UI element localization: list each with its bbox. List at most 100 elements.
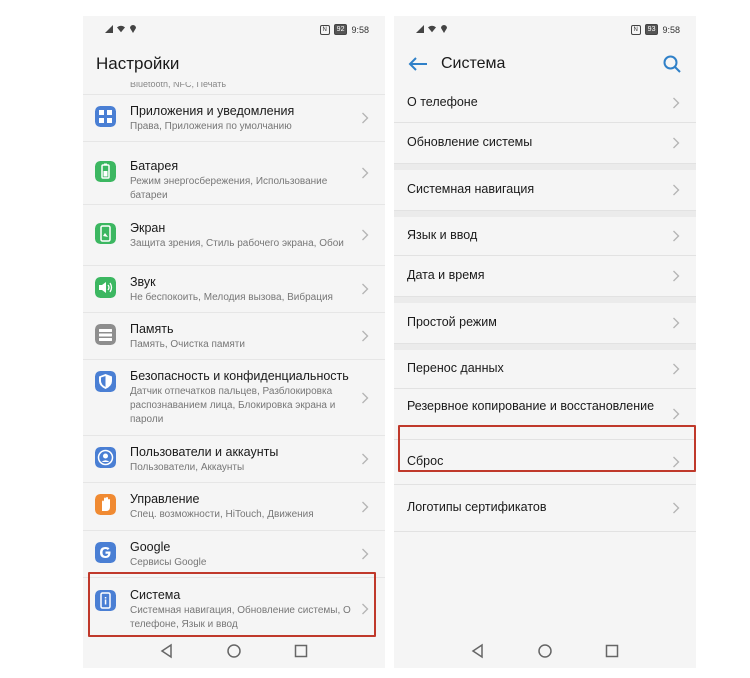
settings-item-text: Экран Защита зрения, Стиль рабочего экран… (130, 220, 359, 251)
system-item-5[interactable]: Простой режим (394, 303, 696, 344)
settings-item-label: Безопасность и конфиденциальность (130, 369, 349, 383)
settings-item-2[interactable]: Экран Защита зрения, Стиль рабочего экран… (83, 205, 385, 266)
settings-item-text: Приложения и уведомления Права, Приложени… (130, 103, 359, 134)
settings-item-label: Звук (130, 275, 156, 289)
settings-item-text: Пользователи и аккаунты Пользователи, Акк… (130, 444, 359, 475)
settings-item-subtitle: Сервисы Google (130, 557, 207, 568)
system-item-0[interactable]: О телефоне (394, 84, 696, 123)
settings-item-label: Пользователи и аккаунты (130, 445, 279, 459)
settings-item-6[interactable]: Пользователи и аккаунты Пользователи, Акк… (83, 436, 385, 483)
display-icon (95, 223, 116, 244)
system-item-label: Сброс (407, 454, 444, 468)
back-nav-icon[interactable] (470, 643, 486, 659)
settings-item-text: Система Системная навигация, Обновление с… (130, 587, 359, 632)
status-bar: N 92 9:58 (83, 16, 385, 44)
system-item-9[interactable]: Логотипы сертификатов (394, 485, 696, 532)
system-item-label: Простой режим (407, 315, 497, 329)
nfc-icon: N (319, 24, 330, 35)
settings-item-label: Батарея (130, 159, 179, 173)
wifi-icon (428, 25, 436, 33)
recents-nav-icon[interactable] (604, 643, 620, 659)
clock: 9:58 (351, 24, 369, 35)
system-item-8[interactable]: Сброс (394, 440, 696, 485)
chevron-right-icon (362, 330, 369, 342)
chevron-right-icon (673, 137, 680, 149)
system-item-label: Язык и ввод (407, 228, 478, 242)
system-item-label: Дата и время (407, 268, 485, 282)
back-arrow-icon[interactable] (408, 56, 428, 72)
settings-item-subtitle: Не беспокоить, Мелодия вызова, Вибрация (130, 292, 333, 303)
chevron-right-icon (362, 501, 369, 513)
system-item-2[interactable]: Системная навигация (394, 170, 696, 211)
shield-icon (95, 371, 116, 392)
settings-item-3[interactable]: Звук Не беспокоить, Мелодия вызова, Вибра… (83, 266, 385, 313)
back-nav-icon[interactable] (159, 643, 175, 659)
settings-item-9[interactable]: Система Системная навигация, Обновление с… (83, 578, 385, 641)
title-bar: Система (394, 44, 696, 84)
nav-bar (83, 634, 385, 668)
settings-item-subtitle: Пользователи, Аккаунты (130, 462, 245, 473)
title-bar: Настройки (83, 44, 385, 84)
settings-item-7[interactable]: Управление Спец. возможности, HiTouch, Дв… (83, 483, 385, 531)
settings-item-subtitle: Память, Очистка памяти (130, 339, 245, 350)
search-icon[interactable] (662, 54, 682, 74)
chevron-right-icon (673, 502, 680, 514)
settings-item-subtitle: Спец. возможности, HiTouch, Движения (130, 509, 314, 520)
chevron-right-icon (673, 184, 680, 196)
chevron-right-icon (362, 392, 369, 404)
storage-icon (95, 324, 116, 345)
chevron-right-icon (362, 229, 369, 241)
location-icon (130, 25, 136, 33)
chevron-right-icon (673, 456, 680, 468)
clock: 9:58 (662, 24, 680, 35)
chevron-right-icon (362, 548, 369, 560)
system-phone-screen: N 93 9:58 Система О телефоне Обновление с… (394, 16, 696, 668)
system-item-1[interactable]: Обновление системы (394, 123, 696, 164)
settings-item-0[interactable]: Приложения и уведомления Права, Приложени… (83, 95, 385, 142)
system-item-6[interactable]: Перенос данных (394, 350, 696, 389)
signal-icon (416, 25, 424, 33)
system-item-4[interactable]: Дата и время (394, 256, 696, 297)
battery-level: 92 (333, 24, 348, 35)
chevron-right-icon (362, 453, 369, 465)
sound-icon (95, 277, 116, 298)
settings-item-text: Управление Спец. возможности, HiTouch, Дв… (130, 491, 359, 522)
settings-item-label: Система (130, 588, 181, 602)
battery-level: 93 (644, 24, 659, 35)
chevron-right-icon (362, 283, 369, 295)
settings-item-label: Приложения и уведомления (130, 104, 295, 118)
home-nav-icon[interactable] (226, 643, 242, 659)
settings-item-text: Память Память, Очистка памяти (130, 321, 359, 352)
settings-item-subtitle: Защита зрения, Стиль рабочего экрана, Об… (130, 238, 344, 249)
chevron-right-icon (362, 603, 369, 615)
settings-item-text: Безопасность и конфиденциальность Датчик … (130, 368, 359, 427)
settings-item-subtitle: Права, Приложения по умолчанию (130, 121, 292, 132)
page-title: Настройки (96, 54, 180, 73)
system-item-7[interactable]: Резервное копирование и восстановление (394, 389, 696, 440)
system-item-label: Перенос данных (407, 361, 504, 375)
settings-item-4[interactable]: Память Память, Очистка памяти (83, 313, 385, 360)
settings-phone-screen: N 92 9:58 Настройки Bluetooth, NFC, Печа… (83, 16, 385, 668)
settings-item-label: Управление (130, 492, 200, 506)
system-icon (95, 590, 116, 611)
settings-item-subtitle: Системная навигация, Обновление системы,… (130, 605, 351, 630)
settings-item-1[interactable]: Батарея Режим энергосбережения, Использов… (83, 142, 385, 205)
signal-icon (105, 25, 113, 33)
home-nav-icon[interactable] (537, 643, 553, 659)
settings-item-5[interactable]: Безопасность и конфиденциальность Датчик … (83, 360, 385, 436)
location-icon (441, 25, 447, 33)
google-icon (95, 542, 116, 563)
system-item-label: О телефоне (407, 95, 478, 109)
hand-icon (95, 494, 116, 515)
status-bar: N 93 9:58 (394, 16, 696, 44)
system-item-3[interactable]: Язык и ввод (394, 217, 696, 256)
system-item-label: Логотипы сертификатов (407, 500, 547, 514)
user-icon (95, 447, 116, 468)
system-item-label: Резервное копирование и восстановление (407, 399, 655, 413)
chevron-right-icon (362, 167, 369, 179)
recents-nav-icon[interactable] (293, 643, 309, 659)
settings-item-8[interactable]: Google Сервисы Google (83, 531, 385, 578)
settings-item-label: Экран (130, 221, 166, 235)
settings-item-subtitle: Режим энергосбережения, Использование ба… (130, 176, 328, 201)
settings-item-subtitle: Датчик отпечатков пальцев, Разблокировка… (130, 386, 336, 425)
